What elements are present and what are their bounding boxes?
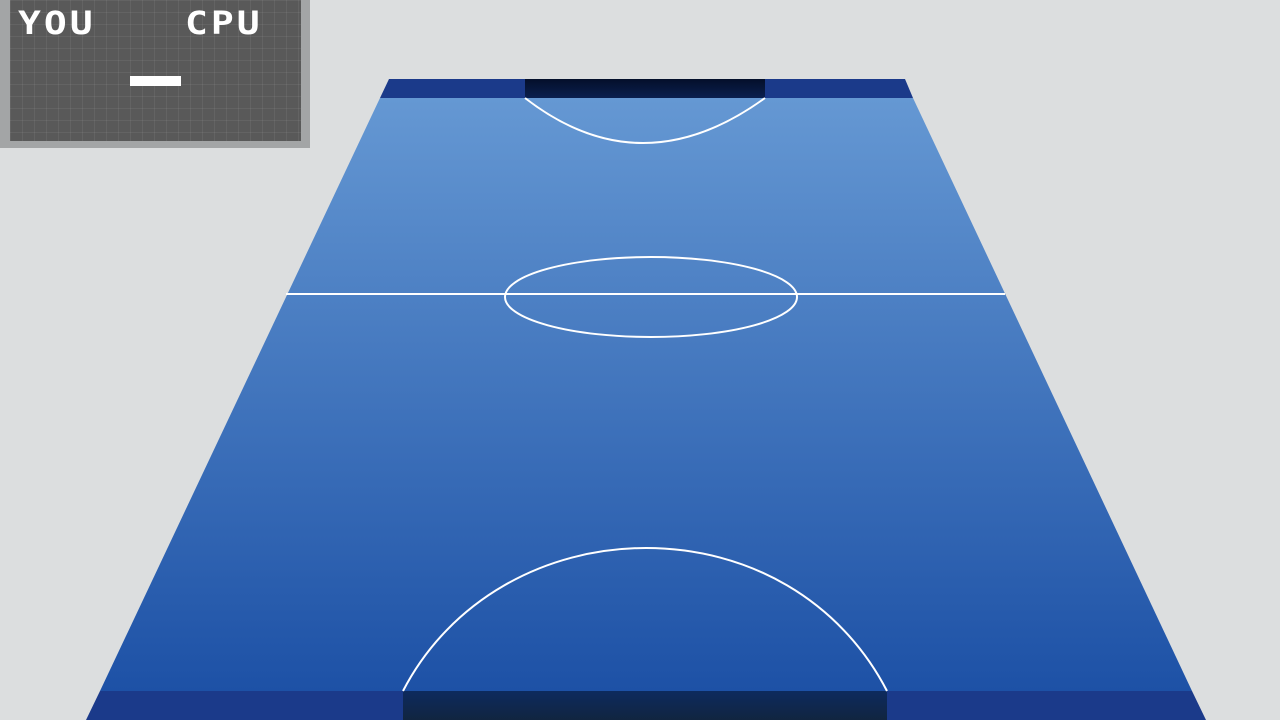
cpu-label: CPU (185, 4, 263, 42)
scoreboard: YOU CPU — (0, 0, 310, 148)
score-separator: — (130, 76, 181, 86)
cpu-goal (525, 79, 765, 98)
scoreboard-panel: YOU CPU — (10, 0, 301, 141)
table-surface[interactable] (100, 98, 1192, 691)
player-label: YOU (18, 4, 96, 42)
player-goal (403, 691, 887, 720)
game-stage[interactable]: YOU CPU — (0, 0, 1280, 720)
